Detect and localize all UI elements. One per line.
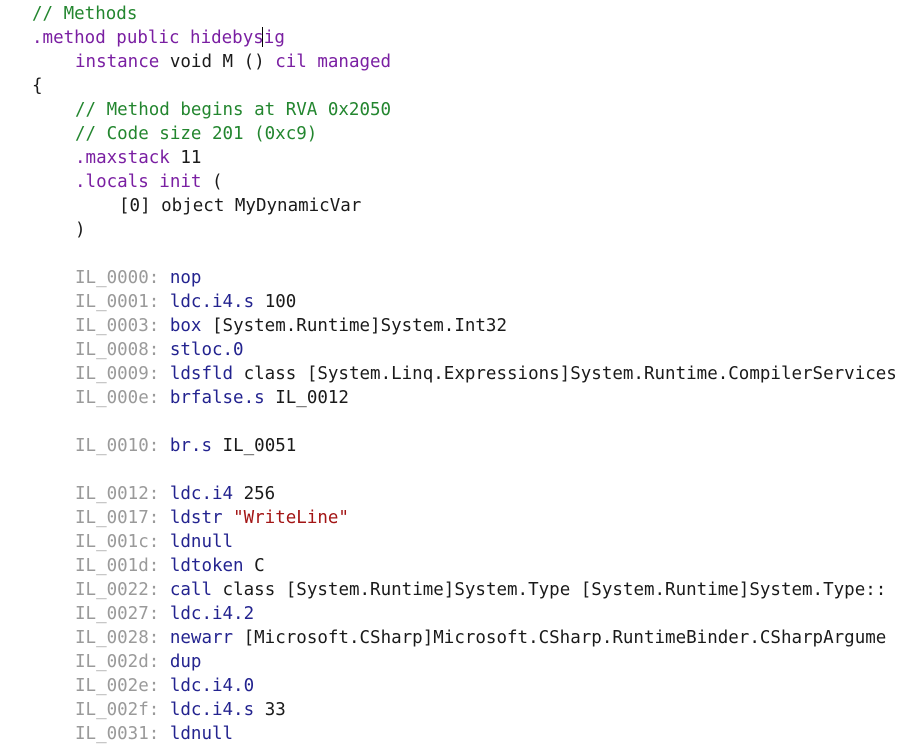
il-string-operand: "WriteLine" xyxy=(233,508,349,528)
il-operand: [Microsoft.CSharp]Microsoft.CSharp.Runti… xyxy=(243,628,887,648)
il-opcode: brfalse.s xyxy=(169,388,265,408)
il-instruction-row: IL_0008: stloc.0 xyxy=(75,338,244,362)
il-opcode: call xyxy=(169,580,212,600)
il-label: IL_0008: xyxy=(75,340,160,360)
il-instruction-row: IL_0028: newarr [Microsoft.CSharp]Micros… xyxy=(75,626,886,650)
maxstack-line: .maxstack 11 xyxy=(75,146,201,170)
il-label: IL_0017: xyxy=(75,508,160,528)
text-cursor xyxy=(262,27,263,47)
il-instruction-row: IL_0010: br.s IL_0051 xyxy=(75,434,296,458)
il-label: IL_002d: xyxy=(75,652,160,672)
il-instruction-row: IL_000e: brfalse.s IL_0012 xyxy=(75,386,349,410)
il-label: IL_0022: xyxy=(75,580,160,600)
il-instruction-row: IL_0027: ldc.i4.2 xyxy=(75,602,254,626)
locals-line: .locals init ( xyxy=(75,170,223,194)
method-directive-line: .method public hidebysig xyxy=(32,26,285,50)
signature-keyword-cil: cil managed xyxy=(275,52,392,72)
il-operand: IL_0012 xyxy=(275,388,349,408)
il-opcode: dup xyxy=(169,652,202,672)
signature-text: void M () xyxy=(159,52,276,72)
il-instruction-row: IL_0003: box [System.Runtime]System.Int3… xyxy=(75,314,507,338)
il-instruction-row: IL_0012: ldc.i4 256 xyxy=(75,482,275,506)
il-label: IL_0027: xyxy=(75,604,160,624)
il-opcode: nop xyxy=(169,268,202,288)
il-label: IL_000e: xyxy=(75,388,160,408)
il-label: IL_0003: xyxy=(75,316,160,336)
il-operand: C xyxy=(254,556,265,576)
locals-close-paren: ) xyxy=(75,220,86,240)
il-instruction-row: IL_0000: nop xyxy=(75,266,201,290)
il-opcode: ldc.i4.2 xyxy=(169,604,255,624)
il-instruction-row: IL_002f: ldc.i4.s 33 xyxy=(75,698,286,722)
il-operand: class [System.Runtime]System.Type [Syste… xyxy=(222,580,887,600)
il-opcode: ldnull xyxy=(169,532,234,552)
il-instruction-row: IL_002e: ldc.i4.0 xyxy=(75,674,254,698)
code-size-comment: // Code size 201 (0xc9) xyxy=(75,124,318,144)
il-label: IL_0028: xyxy=(75,628,160,648)
il-instruction-row: IL_002d: dup xyxy=(75,650,201,674)
il-operand: [System.Runtime]System.Int32 xyxy=(212,316,508,336)
il-operand: 256 xyxy=(243,484,276,504)
il-instruction-row: IL_0022: call class [System.Runtime]Syst… xyxy=(75,578,886,602)
il-opcode: box xyxy=(169,316,202,336)
il-label: IL_002e: xyxy=(75,676,160,696)
il-opcode: br.s xyxy=(169,436,212,456)
il-instruction-row: IL_0009: ldsfld class [System.Linq.Expre… xyxy=(75,362,897,386)
il-opcode: ldtoken xyxy=(169,556,244,576)
il-label: IL_002f: xyxy=(75,700,160,720)
rva-comment: // Method begins at RVA 0x2050 xyxy=(75,100,392,120)
il-opcode: ldsfld xyxy=(169,364,234,384)
locals-open-paren: ( xyxy=(201,172,223,192)
il-operand: class [System.Linq.Expressions]System.Ru… xyxy=(243,364,897,384)
il-label: IL_0009: xyxy=(75,364,160,384)
il-code-editor[interactable]: // Methods .method public hidebysig inst… xyxy=(0,0,919,747)
il-label: IL_0012: xyxy=(75,484,160,504)
il-opcode: ldc.i4.s xyxy=(169,700,255,720)
il-label: IL_0031: xyxy=(75,724,160,744)
il-instruction-row: IL_0001: ldc.i4.s 100 xyxy=(75,290,296,314)
open-brace: { xyxy=(32,76,43,96)
il-operand: IL_0051 xyxy=(222,436,297,456)
il-label: IL_0000: xyxy=(75,268,160,288)
il-instruction-row: IL_001c: ldnull xyxy=(75,530,233,554)
il-label: IL_0001: xyxy=(75,292,160,312)
il-opcode: ldstr xyxy=(169,508,223,528)
il-instruction-row: IL_0031: ldnull xyxy=(75,722,233,746)
method-directive: .method public hidebysig xyxy=(32,28,285,48)
il-opcode: ldc.i4 xyxy=(169,484,234,504)
il-operand: 33 xyxy=(264,700,286,720)
locals-directive: .locals init xyxy=(75,172,202,192)
method-signature-line: instance void M () cil managed xyxy=(75,50,391,74)
il-opcode: ldnull xyxy=(169,724,234,744)
il-instruction-row: IL_001d: ldtoken C xyxy=(75,554,265,578)
il-label: IL_0010: xyxy=(75,436,160,456)
signature-keyword-instance: instance xyxy=(75,52,160,72)
il-opcode: newarr xyxy=(169,628,234,648)
il-label: IL_001d: xyxy=(75,556,160,576)
il-instruction-row: IL_0017: ldstr "WriteLine" xyxy=(75,506,349,530)
locals-entry: [0] object MyDynamicVar xyxy=(119,196,362,216)
il-label: IL_001c: xyxy=(75,532,160,552)
il-opcode: stloc.0 xyxy=(169,340,244,360)
il-operand: 100 xyxy=(264,292,297,312)
il-opcode: ldc.i4.s xyxy=(169,292,255,312)
maxstack-directive: .maxstack xyxy=(75,148,170,168)
methods-comment: // Methods xyxy=(32,4,138,24)
maxstack-value: 11 xyxy=(169,148,202,168)
il-opcode: ldc.i4.0 xyxy=(169,676,255,696)
